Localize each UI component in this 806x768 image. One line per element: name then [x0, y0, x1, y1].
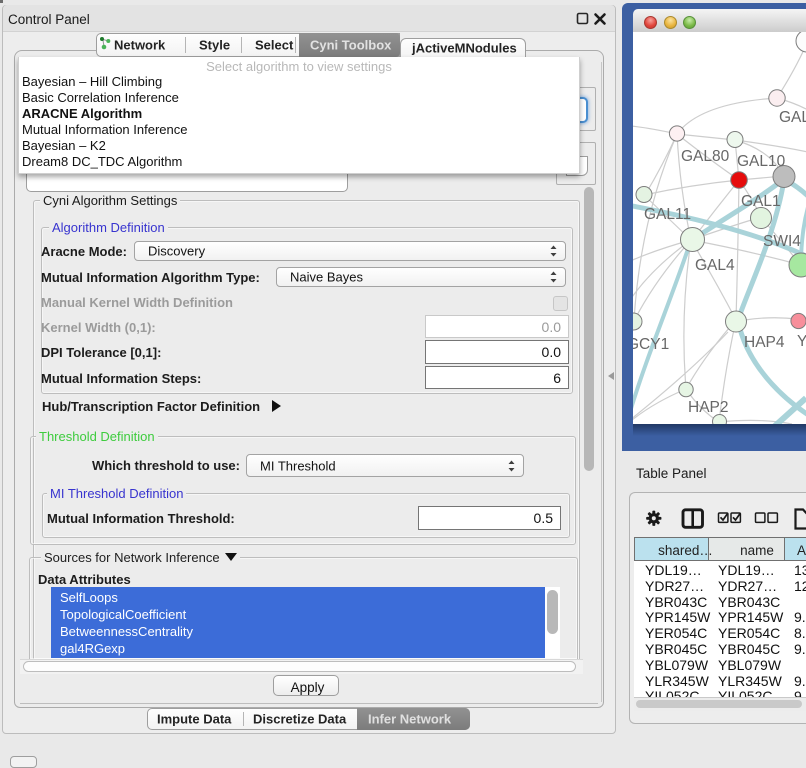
svg-text:GAL80: GAL80: [681, 148, 730, 165]
svg-text:HAP2: HAP2: [688, 399, 729, 416]
svg-text:GAL4: GAL4: [695, 257, 735, 274]
svg-text:GAL11: GAL11: [644, 206, 691, 223]
svg-text:SWI4: SWI4: [763, 233, 801, 250]
svg-text:GCY1: GCY1: [633, 336, 669, 353]
svg-text:GAL1: GAL1: [741, 193, 781, 210]
svg-text:Y: Y: [797, 333, 806, 350]
svg-text:GAL10: GAL10: [737, 153, 786, 170]
svg-text:HAP4: HAP4: [744, 334, 785, 351]
svg-text:GAL2: GAL2: [779, 109, 806, 126]
